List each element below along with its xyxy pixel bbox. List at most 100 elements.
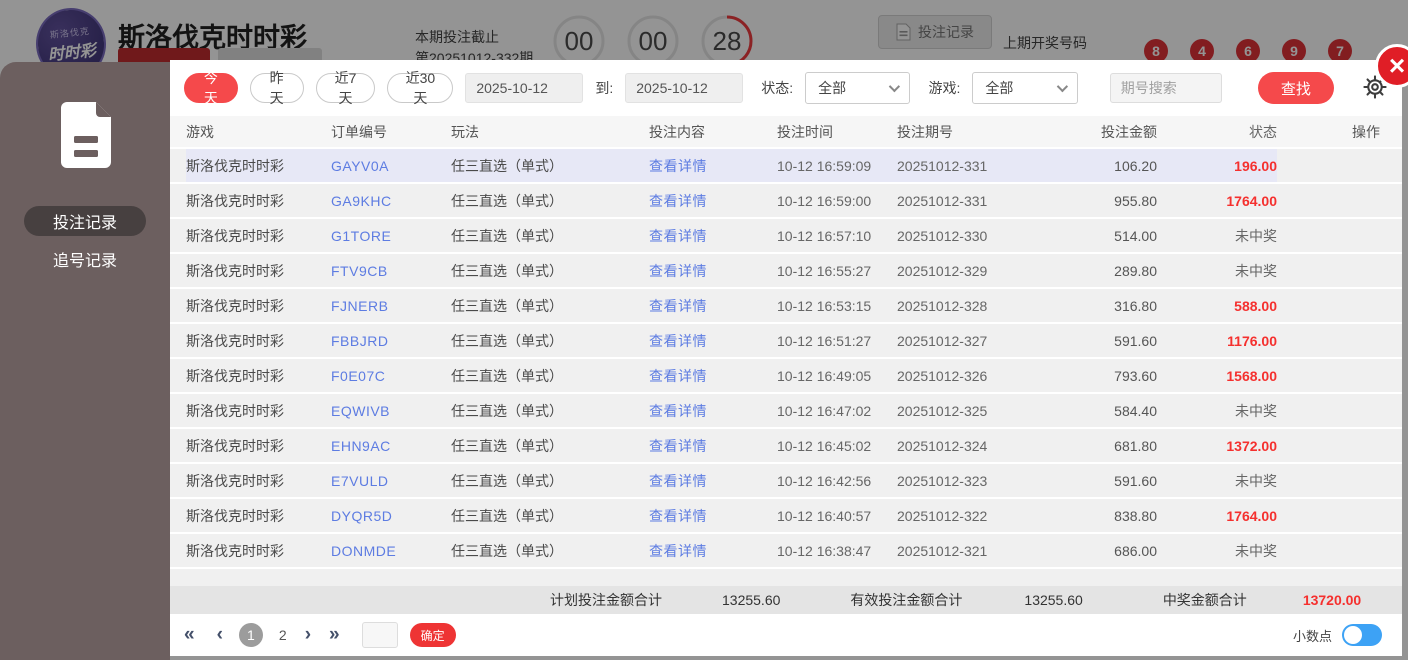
- order-code-link[interactable]: DYQR5D: [331, 508, 392, 524]
- row-amount: 838.80: [1114, 507, 1157, 524]
- confirm-page-button[interactable]: 确定: [409, 623, 456, 647]
- sidebar-item-bet-records[interactable]: 投注记录: [24, 206, 146, 236]
- order-code-link[interactable]: EHN9AC: [331, 438, 391, 454]
- row-period: 20251012-328: [897, 297, 988, 314]
- col-game: 游戏: [186, 123, 214, 140]
- view-detail-link[interactable]: 查看详情: [649, 438, 707, 454]
- col-status: 状态: [1249, 123, 1277, 140]
- row-status: 1176.00: [1227, 332, 1277, 349]
- first-page-button[interactable]: «: [184, 624, 195, 646]
- row-amount: 591.60: [1114, 332, 1157, 349]
- plan-total-label: 计划投注金额合计: [550, 592, 662, 608]
- view-detail-link[interactable]: 查看详情: [649, 473, 707, 489]
- row-bet-time: 10-12 16:38:47: [777, 542, 872, 559]
- table-body: 斯洛伐克时时彩 GAYV0A 任三直选（单式） 查看详情 10-12 16:59…: [170, 149, 1402, 586]
- row-play-type: 任三直选（单式）: [451, 472, 563, 489]
- table-header: 游戏 订单编号 玩法 投注内容 投注时间 投注期号 投注金额 状态 操作: [170, 116, 1402, 149]
- order-code-link[interactable]: G1TORE: [331, 228, 391, 244]
- date-from-input[interactable]: [465, 73, 584, 103]
- row-play-type: 任三直选（单式）: [451, 192, 563, 209]
- row-play-type: 任三直选（单式）: [451, 402, 563, 419]
- page-2-button[interactable]: 2: [279, 627, 287, 643]
- row-period: 20251012-329: [897, 262, 988, 279]
- order-code-link[interactable]: GAYV0A: [331, 158, 389, 174]
- range-30days-button[interactable]: 近30天: [387, 70, 454, 106]
- row-play-type: 任三直选（单式）: [451, 149, 649, 182]
- row-period: 20251012-323: [897, 472, 988, 489]
- view-detail-link[interactable]: 查看详情: [649, 543, 707, 559]
- page-jump-input[interactable]: [361, 622, 398, 648]
- row-amount: 514.00: [1114, 227, 1157, 244]
- plan-total-value: 13255.60: [722, 592, 781, 608]
- sidebar-item-chase-records[interactable]: 追号记录: [24, 244, 146, 274]
- table-row: 斯洛伐克时时彩 DYQR5D 任三直选（单式） 查看详情 10-12 16:40…: [170, 499, 1402, 534]
- row-status: 未中奖: [1235, 227, 1277, 244]
- records-doc-icon: [61, 102, 111, 168]
- row-bet-time: 10-12 16:49:05: [777, 367, 872, 384]
- row-amount: 686.00: [1114, 542, 1157, 559]
- order-code-link[interactable]: E7VULD: [331, 473, 388, 489]
- row-period: 20251012-325: [897, 402, 988, 419]
- view-detail-link[interactable]: 查看详情: [649, 403, 707, 419]
- order-code-link[interactable]: FJNERB: [331, 298, 388, 314]
- table-row: 斯洛伐克时时彩 FTV9CB 任三直选（单式） 查看详情 10-12 16:55…: [170, 254, 1402, 289]
- row-amount: 681.80: [1114, 437, 1157, 454]
- row-status: 1764.00: [1226, 192, 1277, 209]
- view-detail-link[interactable]: 查看详情: [649, 156, 707, 176]
- row-period: 20251012-322: [897, 507, 988, 524]
- order-code-link[interactable]: GA9KHC: [331, 193, 392, 209]
- pagination-bar: « ‹ 1 2 › » 确定 小数点: [170, 614, 1402, 656]
- row-game: 斯洛伐克时时彩: [186, 262, 284, 279]
- table-row: 斯洛伐克时时彩 EQWIVB 任三直选（单式） 查看详情 10-12 16:47…: [170, 394, 1402, 429]
- status-label: 状态:: [761, 80, 794, 96]
- view-detail-link[interactable]: 查看详情: [649, 368, 707, 384]
- table-row: 斯洛伐克时时彩 E7VULD 任三直选（单式） 查看详情 10-12 16:42…: [170, 464, 1402, 499]
- decimal-toggle-label: 小数点: [1292, 628, 1332, 644]
- period-search-input[interactable]: [1109, 73, 1222, 103]
- order-code-link[interactable]: EQWIVB: [331, 403, 390, 419]
- order-code-link[interactable]: FBBJRD: [331, 333, 388, 349]
- date-to-label: 到:: [595, 80, 614, 96]
- row-amount: 289.80: [1114, 262, 1157, 279]
- range-today-button[interactable]: 今天: [184, 70, 238, 106]
- row-period: 20251012-321: [897, 542, 988, 559]
- row-game: 斯洛伐克时时彩: [186, 332, 284, 349]
- search-button[interactable]: 查找: [1257, 72, 1334, 104]
- col-content: 投注内容: [649, 123, 705, 140]
- row-status: 1764.00: [1226, 507, 1277, 524]
- view-detail-link[interactable]: 查看详情: [649, 298, 707, 314]
- row-actions: [1277, 149, 1390, 182]
- row-status: 196.00: [1157, 149, 1277, 182]
- range-yesterday-button[interactable]: 昨天: [249, 70, 304, 106]
- view-detail-link[interactable]: 查看详情: [649, 263, 707, 279]
- range-7days-button[interactable]: 近7天: [315, 70, 376, 106]
- decimal-toggle-switch[interactable]: [1342, 624, 1382, 646]
- row-bet-time: 10-12 16:59:00: [777, 192, 872, 209]
- next-page-button[interactable]: ›: [305, 624, 311, 646]
- chevron-down-icon: [1056, 80, 1068, 93]
- view-detail-link[interactable]: 查看详情: [649, 333, 707, 349]
- prev-page-button[interactable]: ‹: [217, 624, 223, 646]
- table-row: 斯洛伐克时时彩 EHN9AC 任三直选（单式） 查看详情 10-12 16:45…: [170, 429, 1402, 464]
- row-bet-time: 10-12 16:53:15: [777, 297, 872, 314]
- date-to-input[interactable]: [625, 73, 744, 103]
- order-code-link[interactable]: DONMDE: [331, 543, 396, 559]
- last-page-button[interactable]: »: [329, 624, 340, 646]
- view-detail-link[interactable]: 查看详情: [649, 508, 707, 524]
- row-game: 斯洛伐克时时彩: [186, 437, 284, 454]
- page-1-button[interactable]: 1: [238, 623, 263, 647]
- game-select[interactable]: 全部: [972, 72, 1078, 104]
- row-bet-time: 10-12 16:55:27: [777, 262, 872, 279]
- row-period: 20251012-326: [897, 367, 988, 384]
- order-code-link[interactable]: F0E07C: [331, 368, 385, 384]
- row-amount: 591.60: [1114, 472, 1157, 489]
- row-game: 斯洛伐克时时彩: [186, 227, 284, 244]
- view-detail-link[interactable]: 查看详情: [649, 193, 707, 209]
- view-detail-link[interactable]: 查看详情: [649, 228, 707, 244]
- order-code-link[interactable]: FTV9CB: [331, 263, 388, 279]
- row-game: 斯洛伐克时时彩: [186, 542, 284, 559]
- col-time: 投注时间: [777, 123, 833, 140]
- row-play-type: 任三直选（单式）: [451, 297, 563, 314]
- row-play-type: 任三直选（单式）: [451, 507, 563, 524]
- status-select[interactable]: 全部: [805, 72, 911, 104]
